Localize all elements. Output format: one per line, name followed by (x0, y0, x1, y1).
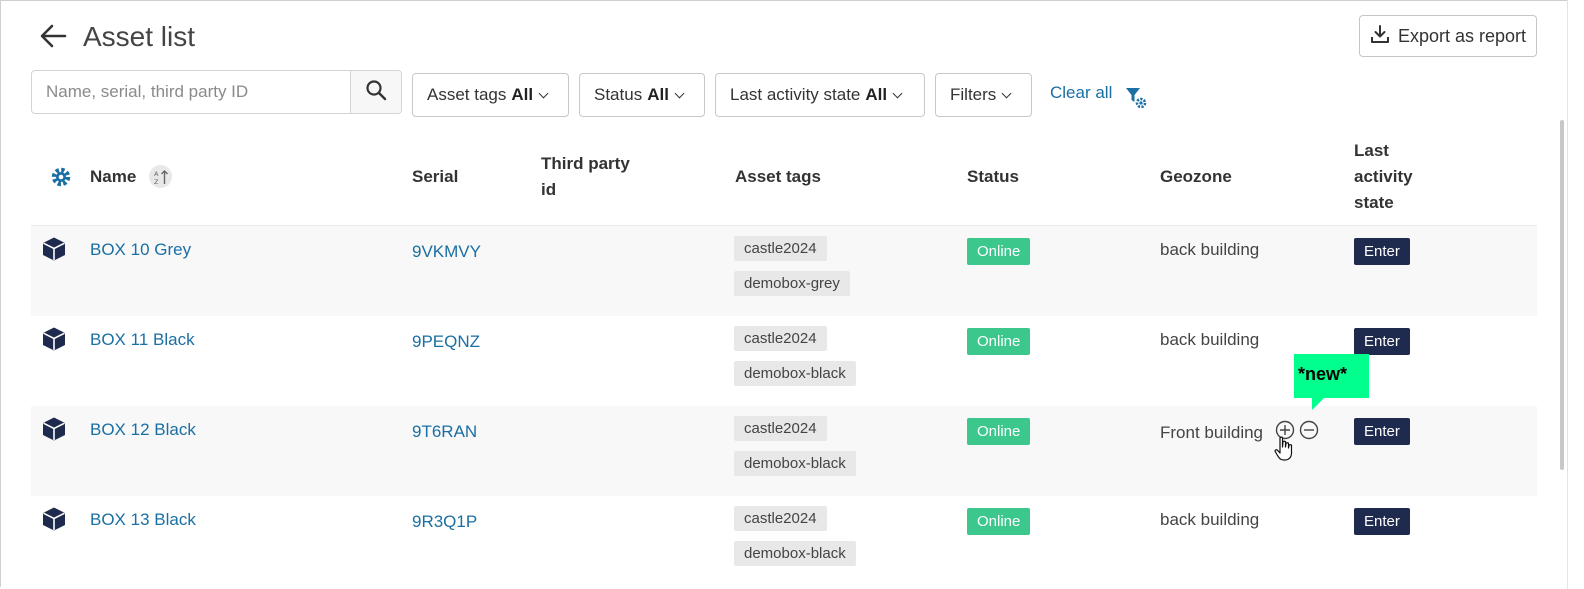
search-input[interactable] (32, 71, 350, 113)
page-title: Asset list (83, 21, 196, 52)
asset-tags: castle2024 demobox-grey (734, 236, 850, 296)
filter-label: Status (594, 85, 643, 104)
sort-az-icon[interactable]: A Z (149, 165, 172, 188)
table-row: BOX 10 Grey 9VKMVY castle2024 demobox-gr… (31, 226, 1537, 316)
export-report-button[interactable]: Export as report (1359, 15, 1537, 57)
column-header-asset-tags: Asset tags (735, 167, 821, 186)
chevron-down-icon (892, 88, 903, 98)
asset-serial-link[interactable]: 9R3Q1P (412, 509, 482, 535)
filter-value: All (647, 85, 669, 104)
asset-tags: castle2024 demobox-black (734, 326, 856, 386)
asset-box-icon (41, 236, 67, 267)
svg-text:A: A (154, 170, 159, 178)
asset-box-icon (41, 326, 67, 357)
table-row: BOX 13 Black 9R3Q1P castle2024 demobox-b… (31, 496, 1537, 586)
search-box (31, 70, 402, 114)
geozone-value: back building (1160, 510, 1260, 529)
geozone-value: Front building (1160, 422, 1264, 442)
status-badge: Online (967, 328, 1031, 355)
new-feature-tooltip: *new* (1294, 354, 1369, 410)
filter-label: Filters (950, 85, 997, 104)
asset-tag: castle2024 (734, 236, 827, 261)
column-header-geozone[interactable]: Geozone (1160, 164, 1232, 190)
filter-label: Asset tags (427, 85, 507, 104)
asset-box-icon (41, 416, 67, 447)
asset-serial-link[interactable]: 9VKMVY (412, 239, 482, 265)
asset-tag: demobox-black (734, 361, 856, 386)
status-badge: Online (967, 238, 1031, 265)
column-settings-gear-icon[interactable] (50, 166, 72, 193)
activity-state-badge: Enter (1354, 328, 1410, 355)
asset-tags: castle2024 demobox-black (734, 506, 856, 566)
activity-state-badge: Enter (1354, 238, 1410, 265)
asset-tag: demobox-black (734, 541, 856, 566)
remove-geozone-icon[interactable] (1299, 420, 1319, 445)
chevron-down-icon (1001, 88, 1012, 98)
svg-text:Z: Z (154, 178, 159, 185)
filter-asset-tags[interactable]: Asset tags All (412, 73, 569, 117)
asset-serial-link[interactable]: 9PEQNZ (412, 329, 482, 355)
column-header-third-party-id[interactable]: Third party id (541, 151, 641, 203)
geozone-value: back building (1160, 330, 1260, 349)
search-icon (365, 79, 387, 106)
chevron-down-icon (674, 88, 685, 98)
activity-state-badge: Enter (1354, 418, 1410, 445)
filter-value: All (511, 85, 534, 104)
scrollbar-thumb[interactable] (1560, 120, 1564, 470)
scrollbar-track[interactable] (1567, 0, 1568, 589)
asset-serial-link[interactable]: 9T6RAN (412, 419, 482, 445)
table-row: BOX 12 Black 9T6RAN castle2024 demobox-b… (31, 406, 1537, 496)
asset-tag: demobox-black (734, 451, 856, 476)
asset-box-icon (41, 506, 67, 537)
filter-last-activity-state[interactable]: Last activity state All (715, 73, 925, 117)
filter-status[interactable]: Status All (579, 73, 705, 117)
asset-name-link[interactable]: BOX 11 Black (90, 330, 195, 350)
filter-more-filters[interactable]: Filters (935, 73, 1032, 117)
activity-state-badge: Enter (1354, 508, 1410, 535)
column-header-name[interactable]: Name (90, 164, 136, 190)
status-badge: Online (967, 418, 1031, 445)
filter-settings-icon[interactable] (1124, 86, 1148, 115)
asset-tag: castle2024 (734, 506, 827, 531)
column-header-serial[interactable]: Serial (412, 164, 458, 190)
column-header-last-activity-state[interactable]: Last activity state (1354, 138, 1429, 216)
asset-tag: demobox-grey (734, 271, 850, 296)
geozone-value: back building (1160, 240, 1260, 259)
column-header-status[interactable]: Status (967, 164, 1019, 190)
asset-tag: castle2024 (734, 416, 827, 441)
asset-name-link[interactable]: BOX 10 Grey (90, 240, 191, 260)
search-button[interactable] (350, 71, 401, 113)
filter-label: Last activity state (730, 85, 861, 104)
asset-name-link[interactable]: BOX 13 Black (90, 510, 196, 530)
asset-tags: castle2024 demobox-black (734, 416, 856, 476)
asset-name-link[interactable]: BOX 12 Black (90, 420, 196, 440)
download-icon (1370, 24, 1390, 49)
clear-all-link[interactable]: Clear all (1050, 83, 1112, 103)
chevron-down-icon (538, 88, 549, 98)
geozone-cell: Front building (1160, 420, 1319, 445)
status-badge: Online (967, 508, 1031, 535)
export-label: Export as report (1397, 25, 1527, 46)
back-arrow-icon[interactable] (38, 22, 68, 50)
filter-value: All (865, 85, 888, 104)
hand-pointer-cursor-icon (1274, 436, 1294, 467)
asset-tag: castle2024 (734, 326, 827, 351)
